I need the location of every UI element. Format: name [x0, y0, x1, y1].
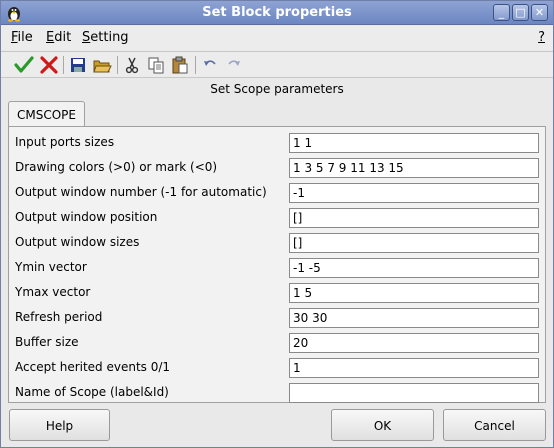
param-row: Output window number (-1 for automatic): [15, 183, 539, 203]
param-input[interactable]: [289, 208, 539, 228]
menu-help[interactable]: ?: [538, 30, 545, 45]
param-input[interactable]: [289, 133, 539, 153]
param-label: Buffer size: [15, 335, 79, 349]
toolbar-separator: [195, 56, 196, 74]
close-button[interactable]: ✕: [531, 4, 548, 21]
toolbar-separator: [63, 56, 64, 74]
save-icon[interactable]: [67, 55, 89, 75]
param-input[interactable]: [289, 358, 539, 378]
param-row: Output window position: [15, 208, 539, 228]
tab-cmscope[interactable]: CMSCOPE: [8, 101, 85, 127]
menu-file[interactable]: File: [11, 30, 33, 45]
cancel-button[interactable]: Cancel: [443, 409, 546, 441]
param-input[interactable]: [289, 308, 539, 328]
copy-icon[interactable]: [145, 55, 167, 75]
minimize-icon: _: [498, 6, 505, 19]
param-label: Output window position: [15, 210, 158, 224]
dialog-window: Set Block properties _ □ ✕ File Edit Set…: [0, 0, 554, 448]
param-label: Accept herited events 0/1: [15, 360, 171, 374]
param-label: Input ports sizes: [15, 135, 115, 149]
close-icon: ✕: [534, 6, 545, 19]
menu-bar: File Edit Setting ?: [1, 26, 553, 50]
paste-icon[interactable]: [169, 55, 191, 75]
cancel-x-icon[interactable]: [38, 55, 60, 75]
param-input[interactable]: [289, 383, 539, 403]
menu-setting[interactable]: Setting: [82, 30, 129, 45]
maximize-icon: □: [515, 6, 526, 19]
param-row: Ymax vector: [15, 283, 539, 303]
param-label: Name of Scope (label&Id): [15, 385, 169, 399]
param-input[interactable]: [289, 233, 539, 253]
param-label: Refresh period: [15, 310, 103, 324]
param-label: Drawing colors (>0) or mark (<0): [15, 160, 218, 174]
open-folder-icon[interactable]: [91, 55, 113, 75]
toolbar: [1, 51, 553, 78]
param-row: Drawing colors (>0) or mark (<0): [15, 158, 539, 178]
param-row: Refresh period: [15, 308, 539, 328]
menu-edit[interactable]: Edit: [46, 30, 71, 45]
param-label: Output window sizes: [15, 235, 140, 249]
param-row: Accept herited events 0/1: [15, 358, 539, 378]
undo-icon[interactable]: [199, 55, 221, 75]
help-button[interactable]: Help: [9, 409, 110, 441]
param-input[interactable]: [289, 158, 539, 178]
title-bar[interactable]: Set Block properties _ □ ✕: [1, 1, 553, 25]
parameters-panel: Input ports sizes Drawing colors (>0) or…: [8, 126, 546, 403]
param-label: Output window number (-1 for automatic): [15, 185, 267, 199]
maximize-button[interactable]: □: [512, 4, 529, 21]
ok-button[interactable]: OK: [331, 409, 434, 441]
ok-check-icon[interactable]: [13, 55, 35, 75]
toolbar-separator: [117, 56, 118, 74]
param-input[interactable]: [289, 333, 539, 353]
window-title: Set Block properties: [202, 5, 352, 20]
param-input[interactable]: [289, 258, 539, 278]
param-label: Ymax vector: [15, 285, 91, 299]
param-row: Input ports sizes: [15, 133, 539, 153]
redo-icon[interactable]: [223, 55, 245, 75]
parameters-header: Set Scope parameters: [210, 82, 344, 96]
param-input[interactable]: [289, 283, 539, 303]
param-row: Name of Scope (label&Id): [15, 383, 539, 403]
minimize-button[interactable]: _: [493, 4, 510, 21]
param-input[interactable]: [289, 183, 539, 203]
param-row: Buffer size: [15, 333, 539, 353]
param-label: Ymin vector: [15, 260, 87, 274]
param-row: Output window sizes: [15, 233, 539, 253]
cut-icon[interactable]: [121, 55, 143, 75]
param-row: Ymin vector: [15, 258, 539, 278]
